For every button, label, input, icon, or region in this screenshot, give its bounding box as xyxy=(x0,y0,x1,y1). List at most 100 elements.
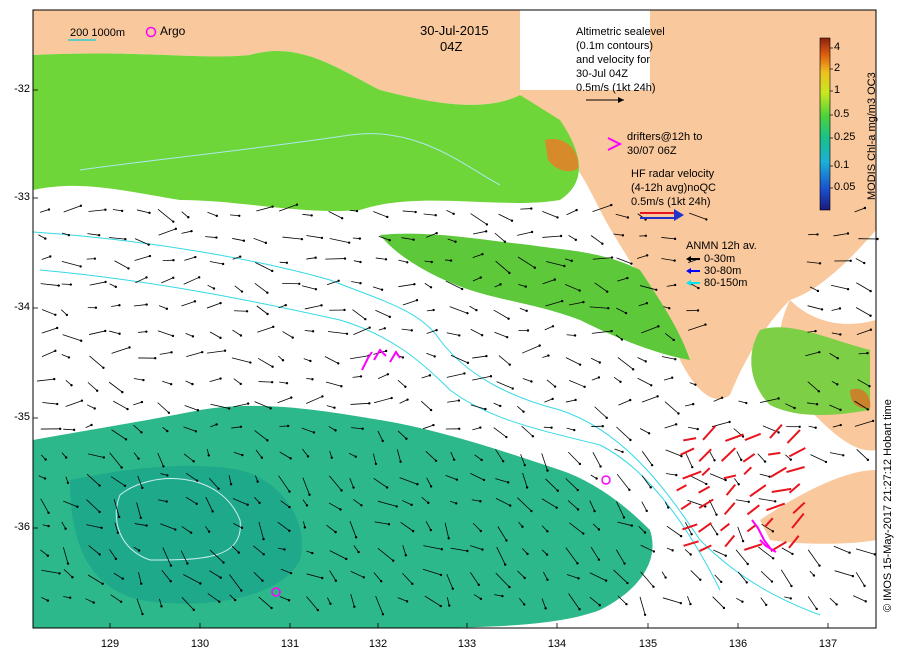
velocity-arrow-head xyxy=(67,233,71,237)
velocity-arrow-head xyxy=(672,338,675,342)
velocity-arrow-head xyxy=(846,287,850,291)
velocity-arrow-head xyxy=(489,375,493,378)
velocity-arrow-head xyxy=(284,303,287,307)
velocity-arrow-head xyxy=(333,406,336,409)
velocity-arrow-head xyxy=(287,599,291,602)
velocity-arrow-head xyxy=(128,346,131,349)
velocity-arrow-head xyxy=(340,385,343,388)
velocity-arrow-head xyxy=(360,504,363,507)
velocity-arrow-head xyxy=(55,326,59,330)
velocity-arrow-head xyxy=(240,290,244,293)
longitude-label: 131 xyxy=(280,638,300,650)
velocity-arrow-head xyxy=(820,308,824,311)
velocity-arrow-head xyxy=(447,537,450,540)
hf-radar-legend-line-3: 0.5m/s (1kt 24h) xyxy=(631,196,711,208)
velocity-arrow-head xyxy=(211,510,214,513)
velocity-arrow-head xyxy=(691,402,695,406)
colorbar-tick-label: 0.1 xyxy=(834,159,850,171)
velocity-arrow-head xyxy=(499,283,502,286)
velocity-arrow-head xyxy=(583,385,586,389)
velocity-arrow-head xyxy=(466,361,470,365)
map-canvas xyxy=(32,9,879,629)
velocity-arrow-head xyxy=(716,533,719,536)
velocity-arrow-head xyxy=(481,548,484,551)
velocity-arrow-head xyxy=(629,438,632,442)
latitude-label: -33 xyxy=(14,191,30,203)
velocity-arrow-head xyxy=(114,285,118,289)
velocity-arrow-head xyxy=(288,505,291,509)
velocity-arrow-head xyxy=(102,366,105,369)
velocity-arrow-head xyxy=(448,604,451,607)
velocity-arrow-head xyxy=(741,600,744,603)
velocity-arrow-head xyxy=(849,259,852,263)
velocity-arrow-head xyxy=(631,368,635,371)
velocity-arrow-head xyxy=(626,276,629,280)
velocity-arrow-head xyxy=(812,574,816,577)
velocity-arrow-head xyxy=(308,493,311,496)
velocity-arrow-head xyxy=(479,426,482,429)
velocity-arrow-head xyxy=(197,276,201,279)
velocity-arrow-head xyxy=(523,576,526,580)
velocity-arrow-head xyxy=(791,552,794,556)
velocity-arrow-head xyxy=(120,209,124,213)
velocity-arrow-head xyxy=(69,283,72,286)
velocity-arrow-head xyxy=(463,372,466,375)
longitude-label: 137 xyxy=(818,638,838,650)
velocity-arrow-head xyxy=(148,211,151,215)
velocity-arrow-head xyxy=(55,402,59,406)
velocity-arrow-head xyxy=(507,481,510,484)
velocity-arrow-head xyxy=(406,261,409,264)
velocity-arrow-head xyxy=(98,510,101,514)
velocity-arrow-head xyxy=(310,214,313,217)
velocity-arrow-head xyxy=(320,576,324,580)
velocity-arrow-head xyxy=(137,549,141,552)
velocity-arrow-head xyxy=(479,276,482,279)
colorbar-tick-label: 0.05 xyxy=(834,181,856,193)
velocity-arrow-head xyxy=(746,562,749,566)
velocity-arrow-head xyxy=(545,553,549,556)
velocity-arrow-head xyxy=(194,255,197,259)
velocity-arrow-head xyxy=(380,580,383,583)
velocity-arrow-head xyxy=(414,210,417,214)
map-time: 04Z xyxy=(440,39,463,54)
velocity-arrow-head xyxy=(655,288,658,292)
velocity-arrow-head xyxy=(741,539,745,543)
velocity-arrow-head xyxy=(668,307,671,310)
velocity-arrow-head xyxy=(193,300,197,303)
velocity-arrow-head xyxy=(121,390,124,394)
velocity-arrow-head xyxy=(715,513,718,516)
velocity-arrow-head xyxy=(380,288,384,291)
velocity-arrow-head xyxy=(673,259,676,262)
velocity-arrow-head xyxy=(868,385,871,388)
velocity-arrow-head xyxy=(696,427,699,431)
velocity-arrow-head xyxy=(873,553,877,556)
velocity-arrow-head xyxy=(440,548,444,551)
velocity-arrow-head xyxy=(507,317,510,320)
velocity-arrow-head xyxy=(79,204,83,207)
velocity-arrow-head xyxy=(578,462,582,466)
latitude-label: -36 xyxy=(14,521,30,533)
velocity-arrow-head xyxy=(264,241,268,245)
velocity-arrow-head xyxy=(530,509,533,513)
velocity-arrow-head xyxy=(601,242,604,245)
velocity-arrow-head xyxy=(696,309,700,312)
velocity-arrow-head xyxy=(200,350,204,354)
velocity-arrow-head xyxy=(510,219,514,222)
velocity-arrow-head xyxy=(256,480,259,483)
velocity-arrow-head xyxy=(501,460,505,463)
velocity-arrow-head xyxy=(578,289,581,292)
velocity-arrow-head xyxy=(578,363,582,366)
velocity-arrow-head xyxy=(286,424,290,428)
velocity-arrow-head xyxy=(570,259,573,263)
velocity-arrow-head xyxy=(815,607,818,611)
velocity-arrow-head xyxy=(121,577,124,580)
velocity-arrow-head xyxy=(410,329,413,332)
velocity-arrow-head xyxy=(771,557,775,560)
velocity-arrow-head xyxy=(329,602,332,605)
velocity-arrow-head xyxy=(694,383,697,386)
velocity-arrow-head xyxy=(67,356,71,359)
velocity-arrow-head xyxy=(288,490,291,493)
velocity-arrow-head xyxy=(546,469,549,472)
scale-bar-label: 200 1000m xyxy=(70,27,126,39)
velocity-arrow-head xyxy=(479,529,483,533)
